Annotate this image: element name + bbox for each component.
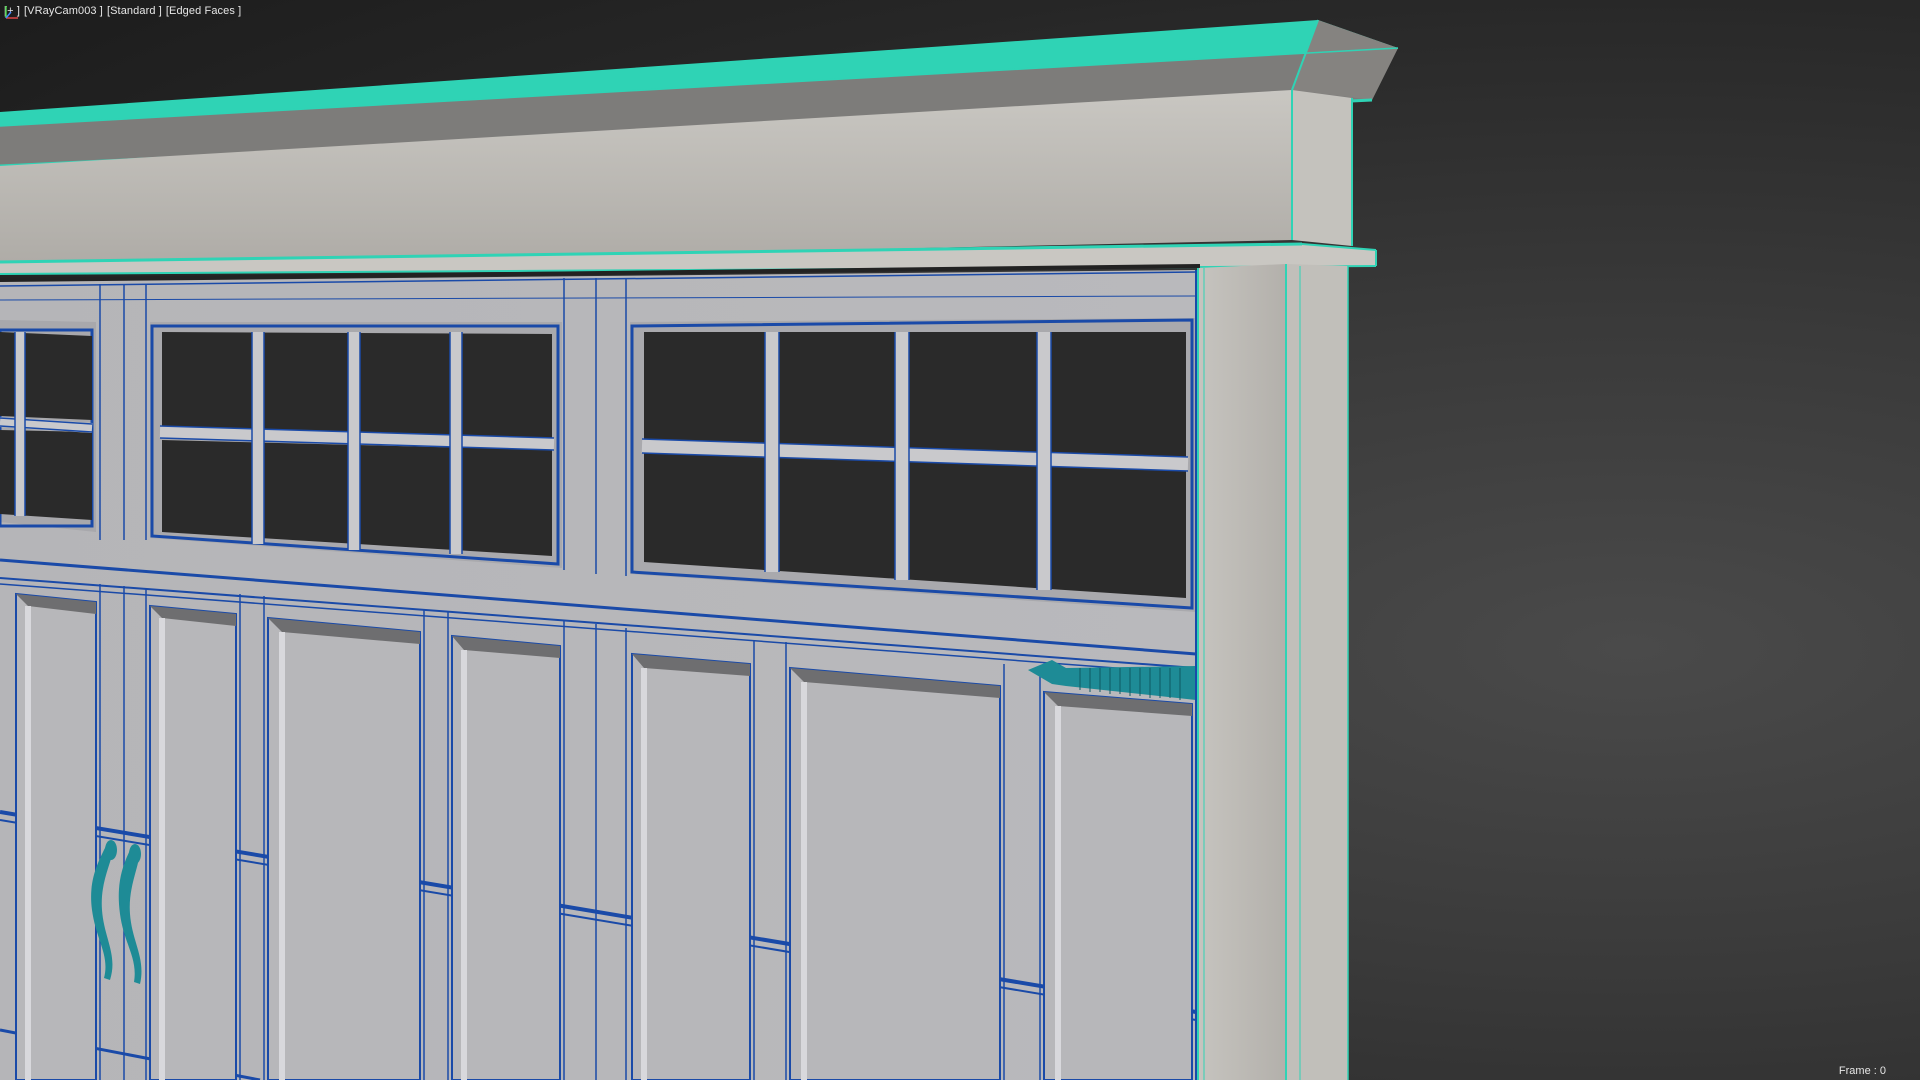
pillar-front xyxy=(1198,264,1286,1080)
scene-svg xyxy=(0,19,1399,1080)
window-left xyxy=(0,320,96,532)
axis-gizmo-icon xyxy=(5,6,18,19)
pillar-side xyxy=(1286,264,1348,1080)
window-right xyxy=(630,318,1196,612)
viewport-canvas[interactable]: [+ ] [VRayCam003 ] [Standard ] [Edged Fa… xyxy=(0,0,1920,1080)
window-middle xyxy=(150,322,562,568)
frame-counter: Frame : 0 xyxy=(1838,1065,1886,1077)
fascia-right xyxy=(1292,90,1352,246)
viewport-edged-faces-menu[interactable]: [Edged Faces ] xyxy=(166,5,241,17)
viewport-camera-menu[interactable]: [VRayCam003 ] xyxy=(24,5,103,17)
viewport-shading-menu[interactable]: [Standard ] xyxy=(107,5,162,17)
viewport-label-bar: [+ ] [VRayCam003 ] [Standard ] [Edged Fa… xyxy=(4,5,241,17)
